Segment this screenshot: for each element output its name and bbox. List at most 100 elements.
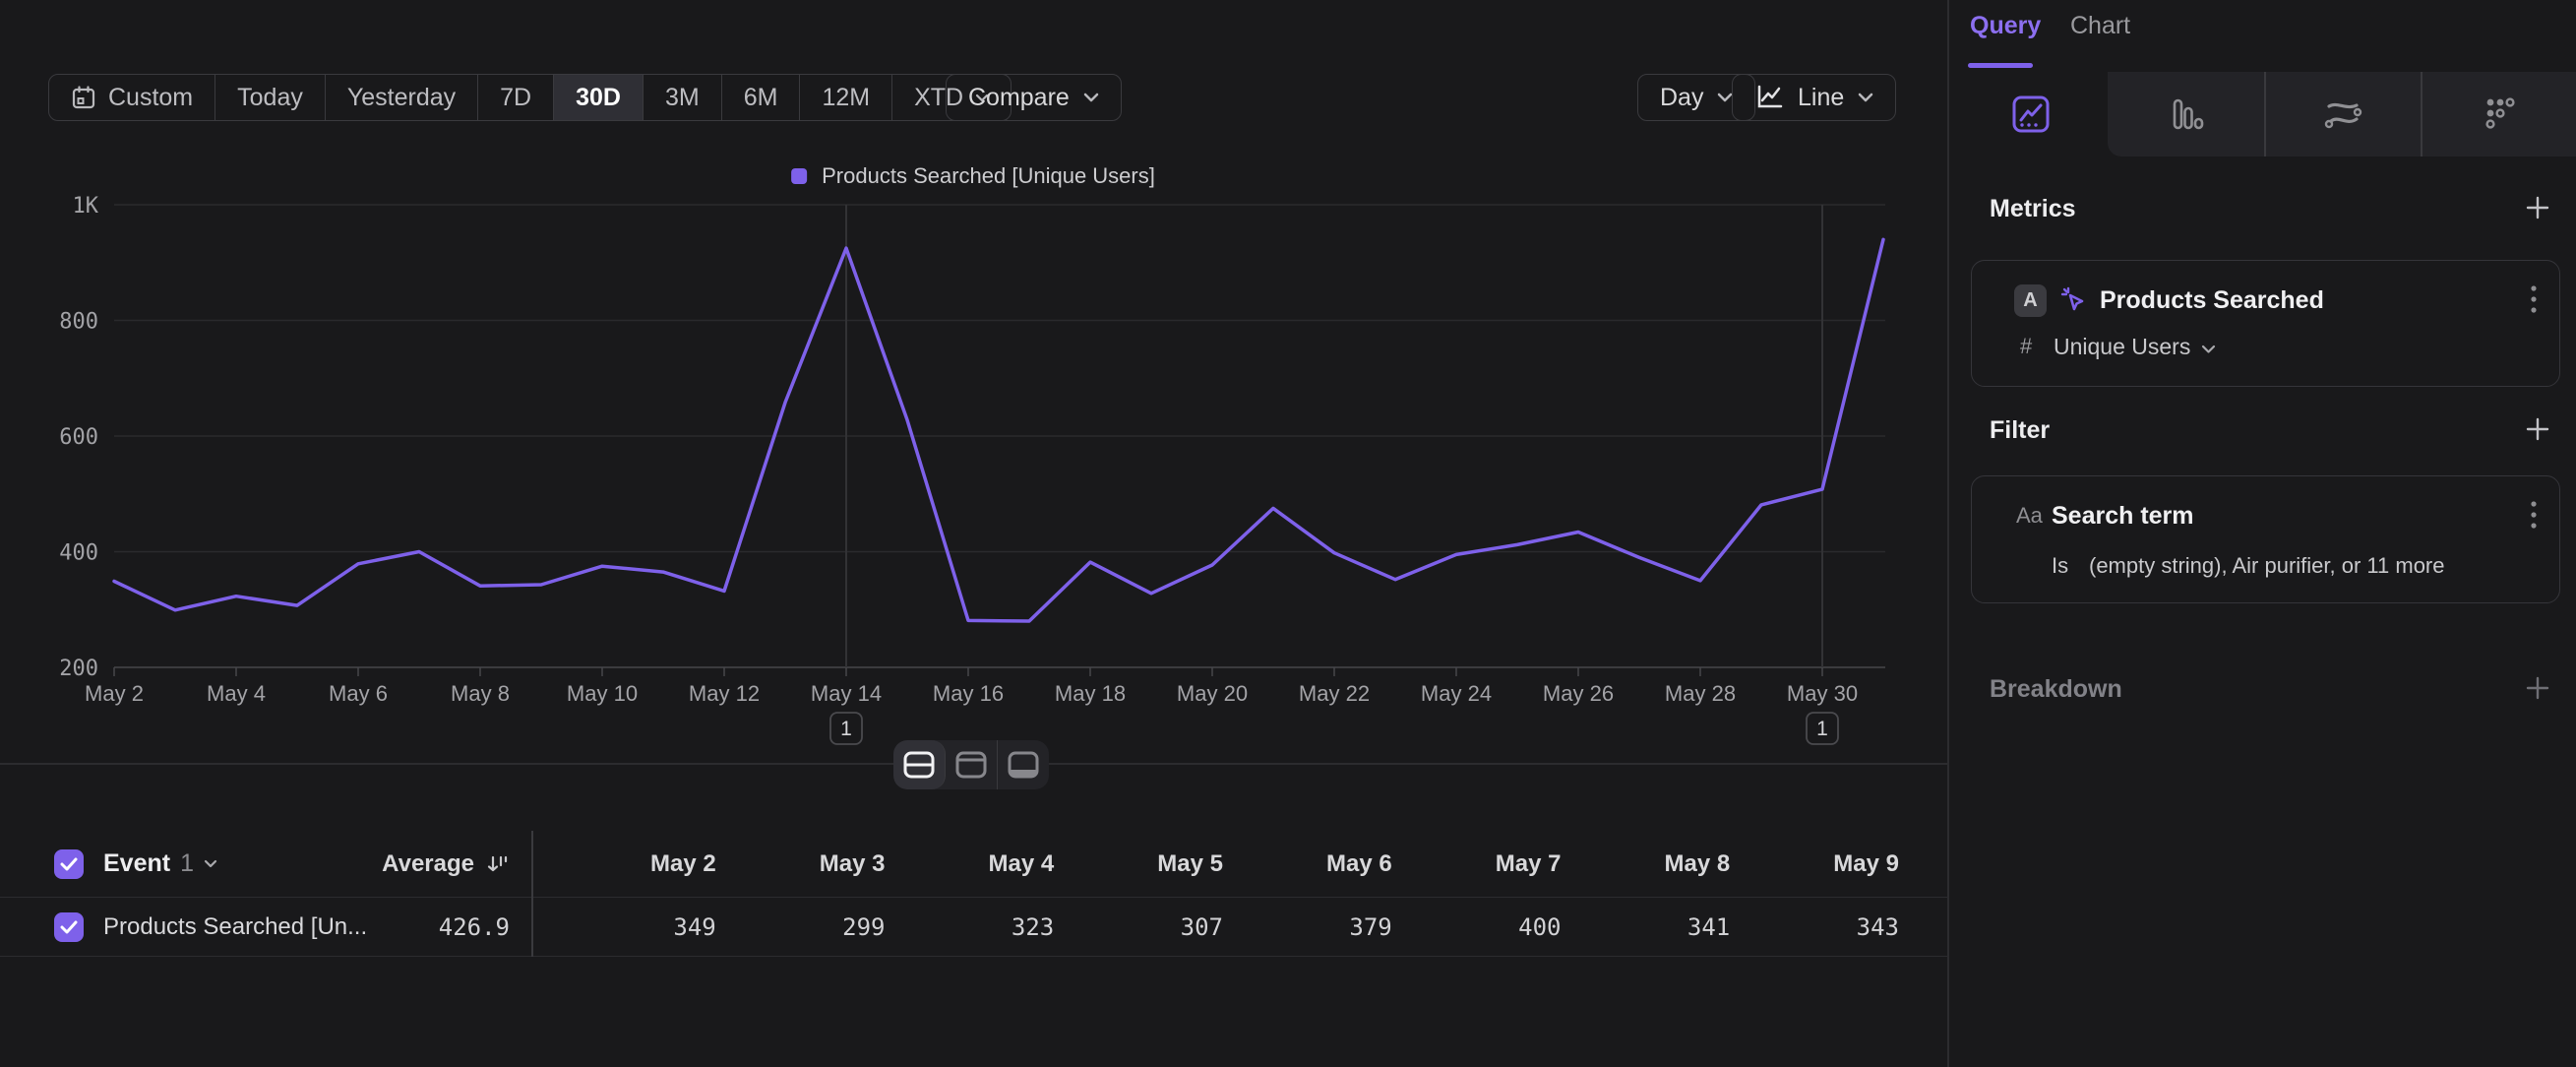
x-axis-tick-label: May 8 (451, 681, 510, 706)
compare-label: Compare (968, 84, 1070, 112)
chart-type-button[interactable]: Line (1732, 74, 1896, 121)
sort-descending-icon (486, 853, 510, 875)
layout-split-button[interactable] (893, 740, 946, 789)
active-tab-underline (1968, 63, 2033, 68)
average-column-header[interactable]: Average (315, 850, 510, 878)
range-6m[interactable]: 6M (722, 75, 801, 120)
event-count: 1 (180, 849, 194, 878)
plus-icon (2525, 416, 2550, 442)
date-column-header[interactable]: May 8 (1562, 850, 1731, 878)
filter-card[interactable]: Aa Search term Is (empty string), Air pu… (1971, 475, 2560, 603)
x-axis-tick-label: May 26 (1543, 681, 1614, 706)
x-axis-tick-label: May 4 (207, 681, 266, 706)
string-property-icon: Aa (2016, 503, 2043, 529)
date-column-header[interactable]: May 4 (886, 850, 1055, 878)
filter-property-name: Search term (2052, 502, 2194, 531)
metric-letter-badge: A (2014, 284, 2047, 317)
event-cursor-icon (2056, 282, 2092, 318)
add-metric-button[interactable] (2525, 195, 2550, 225)
x-axis-tick-label: May 12 (689, 681, 760, 706)
check-icon (60, 920, 78, 934)
select-all-checkbox[interactable] (54, 849, 84, 879)
row-date-values: 349299323307379400341343 (547, 913, 1899, 941)
annotation-badge-label: 1 (840, 718, 852, 740)
chevron-down-icon (204, 859, 217, 868)
range-30d[interactable]: 30D (554, 75, 644, 120)
line-chart[interactable]: 1K80060040020011May 2May 4May 6May 8May … (0, 138, 1947, 758)
x-axis-tick-label: May 22 (1299, 681, 1370, 706)
y-axis-tick-label: 1K (73, 194, 99, 219)
breakdown-section-title: Breakdown (1990, 675, 2122, 704)
x-axis-tick-label: May 18 (1055, 681, 1126, 706)
filter-value[interactable]: (empty string), Air purifier, or 11 more (2089, 553, 2445, 579)
chevron-down-icon (1083, 93, 1099, 102)
x-axis-tick-label: May 14 (811, 681, 882, 706)
date-column-header[interactable]: May 6 (1223, 850, 1392, 878)
add-filter-button[interactable] (2525, 416, 2550, 447)
row-average-value: 426.9 (313, 913, 510, 941)
metric-menu-button[interactable] (2530, 282, 2538, 318)
add-breakdown-button[interactable] (2525, 675, 2550, 706)
kebab-icon (2530, 499, 2538, 533)
chevron-down-icon (1858, 93, 1873, 102)
charttype-retention-tab[interactable] (2422, 72, 2576, 157)
y-axis-tick-label: 600 (59, 425, 98, 450)
date-column-header[interactable]: May 9 (1730, 850, 1899, 878)
date-column-header[interactable]: May 7 (1392, 850, 1562, 878)
row-checkbox[interactable] (54, 912, 84, 942)
filter-section-title: Filter (1990, 416, 2050, 445)
table-cell-value: 299 (716, 913, 886, 941)
tab-query[interactable]: Query (1970, 12, 2041, 40)
check-icon (60, 857, 78, 871)
x-axis-tick-label: May 28 (1665, 681, 1736, 706)
split-view-icon (902, 750, 936, 780)
charttype-flows-tab[interactable] (2265, 72, 2421, 157)
plus-icon (2525, 195, 2550, 220)
layout-table-button[interactable] (998, 740, 1049, 789)
metric-card[interactable]: A Products Searched # Unique Users (1971, 260, 2560, 387)
measure-selector[interactable]: Unique Users (2054, 334, 2190, 360)
main-panel: CustomTodayYesterday7D30D3M6M12MXTD Comp… (0, 0, 1947, 1067)
date-column-headers: May 2May 3May 4May 5May 6May 7May 8May 9 (547, 850, 1899, 878)
series-line[interactable] (114, 239, 1883, 621)
kebab-icon (2530, 283, 2538, 317)
range-yesterday[interactable]: Yesterday (326, 75, 478, 120)
charttype-insights-tab[interactable] (1953, 72, 2109, 157)
insights-line-icon (2010, 94, 2052, 135)
calendar-icon (71, 85, 96, 110)
range-7d[interactable]: 7D (478, 75, 554, 120)
chevron-down-icon (2201, 345, 2216, 354)
x-axis-tick-label: May 6 (329, 681, 388, 706)
breakdown-table: Event 1 Average May 2May 3May 4May 5May … (0, 831, 1947, 957)
date-column-header[interactable]: May 2 (547, 850, 716, 878)
table-row[interactable]: Products Searched [Un... 426.9 349299323… (0, 898, 1947, 957)
x-axis-tick-label: May 10 (567, 681, 638, 706)
x-axis-tick-label: May 16 (933, 681, 1004, 706)
range-custom[interactable]: Custom (49, 75, 215, 120)
range-12m[interactable]: 12M (800, 75, 892, 120)
table-header-row: Event 1 Average May 2May 3May 4May 5May … (0, 831, 1947, 898)
charttype-bar-tab[interactable] (2109, 72, 2264, 157)
table-cell-value: 343 (1730, 913, 1899, 941)
layout-chart-button[interactable] (946, 740, 998, 789)
y-axis-tick-label: 400 (59, 541, 98, 566)
compare-button[interactable]: Compare (946, 74, 1122, 121)
y-axis-tick-label: 200 (59, 657, 98, 681)
x-axis-tick-label: May 20 (1177, 681, 1248, 706)
tab-chart[interactable]: Chart (2070, 12, 2130, 40)
date-column-header[interactable]: May 3 (716, 850, 886, 878)
filter-menu-button[interactable] (2530, 498, 2538, 534)
range-3m[interactable]: 3M (644, 75, 722, 120)
filter-operator[interactable]: Is (2052, 553, 2068, 579)
table-view-icon (1007, 750, 1040, 780)
annotation-badge-label: 1 (1816, 718, 1828, 740)
range-today[interactable]: Today (215, 75, 326, 120)
granularity-label: Day (1660, 84, 1703, 112)
event-column-header[interactable]: Event 1 (103, 849, 217, 878)
chart-view-icon (954, 750, 988, 780)
flows-icon (2321, 94, 2364, 135)
date-column-header[interactable]: May 5 (1054, 850, 1223, 878)
query-sidebar: Query Chart Metrics A Products Searched (1947, 0, 2576, 1067)
date-range-group: CustomTodayYesterday7D30D3M6M12MXTD (48, 74, 1012, 121)
y-axis-tick-label: 800 (59, 310, 98, 335)
